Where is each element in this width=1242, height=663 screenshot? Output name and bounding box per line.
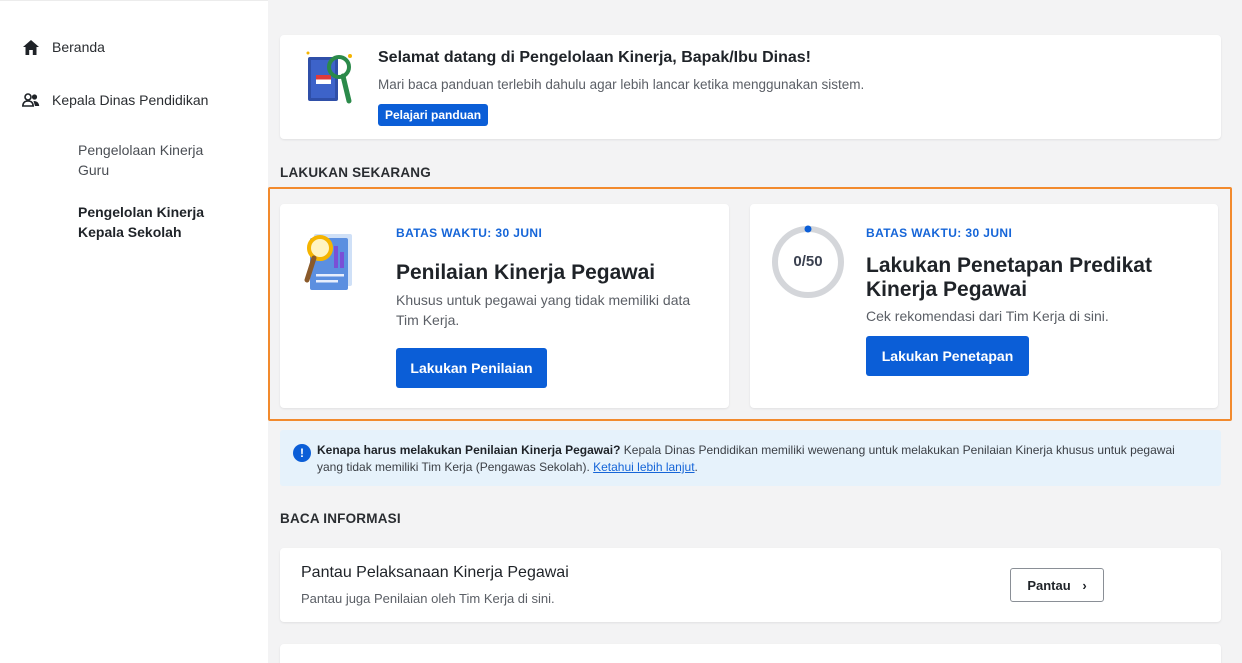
welcome-card: Selamat datang di Pengelolaan Kinerja, B…: [280, 35, 1221, 139]
monitor-card: Pantau Pelaksanaan Kinerja Pegawai Panta…: [280, 548, 1221, 622]
monitor-button[interactable]: Pantau ›: [1010, 568, 1104, 602]
next-card: [280, 644, 1221, 663]
info-banner: ! Kenapa harus melakukan Penilaian Kiner…: [280, 430, 1221, 486]
do-assessment-button[interactable]: Lakukan Penilaian: [396, 348, 547, 388]
progress-label: 0/50: [793, 253, 823, 270]
guide-book-illustration-icon: [305, 51, 357, 112]
task-deadline: BATAS WAKTU: 30 JUNI: [396, 226, 543, 240]
chevron-right-icon: ›: [1082, 577, 1087, 593]
exclamation-icon: !: [293, 444, 311, 462]
welcome-subtitle: Mari baca panduan terlebih dahulu agar l…: [378, 77, 865, 92]
monitor-button-label: Pantau: [1027, 577, 1071, 593]
nav-item-role[interactable]: Kepala Dinas Pendidikan: [22, 91, 208, 109]
progress-marker: [804, 225, 812, 233]
main-content: Selamat datang di Pengelolaan Kinerja, B…: [268, 0, 1242, 663]
task-title: Penilaian Kinerja Pegawai: [396, 261, 656, 284]
home-icon: [22, 38, 40, 56]
info-text: Kenapa harus melakukan Penilaian Kinerja…: [317, 442, 1197, 476]
todo-section-title: LAKUKAN SEKARANG: [280, 165, 431, 180]
monitor-subtitle: Pantau juga Penilaian oleh Tim Kerja di …: [301, 591, 555, 606]
learn-more-link[interactable]: Ketahui lebih lanjut: [593, 460, 694, 474]
report-magnifier-icon: [304, 228, 356, 303]
welcome-title: Selamat datang di Pengelolaan Kinerja, B…: [378, 49, 811, 66]
monitor-title: Pantau Pelaksanaan Kinerja Pegawai: [301, 564, 569, 581]
do-predicate-button[interactable]: Lakukan Penetapan: [866, 336, 1029, 376]
task-deadline: BATAS WAKTU: 30 JUNI: [866, 226, 1013, 240]
sidebar-subitem-guru[interactable]: Pengelolaan Kinerja Guru: [78, 140, 238, 180]
info-question: Kenapa harus melakukan Penilaian Kinerja…: [317, 443, 621, 457]
task-description: Cek rekomendasi dari Tim Kerja di sini.: [866, 308, 1109, 324]
read-section-title: BACA INFORMASI: [280, 511, 401, 526]
task-description: Khusus untuk pegawai yang tidak memiliki…: [396, 292, 691, 328]
nav-item-home-label: Beranda: [52, 39, 105, 55]
sidebar: Beranda Kepala Dinas Pendidikan Pengelol…: [0, 0, 268, 663]
users-icon: [22, 91, 40, 109]
learn-guide-button[interactable]: Pelajari panduan: [378, 104, 489, 126]
nav-item-role-label: Kepala Dinas Pendidikan: [52, 92, 209, 108]
task-card-assessment: BATAS WAKTU: 30 JUNI Penilaian Kinerja P…: [280, 204, 729, 408]
task-card-predicate: 0/50 BATAS WAKTU: 30 JUNI Lakukan Peneta…: [750, 204, 1218, 408]
info-end: .: [694, 460, 698, 474]
task-title: Lakukan Penetapan Predikat Kinerja Pegaw…: [866, 254, 1152, 301]
sidebar-subitem-kepala-sekolah[interactable]: Pengelolan Kinerja Kepala Sekolah: [78, 202, 238, 242]
nav-item-home[interactable]: Beranda: [22, 38, 105, 56]
